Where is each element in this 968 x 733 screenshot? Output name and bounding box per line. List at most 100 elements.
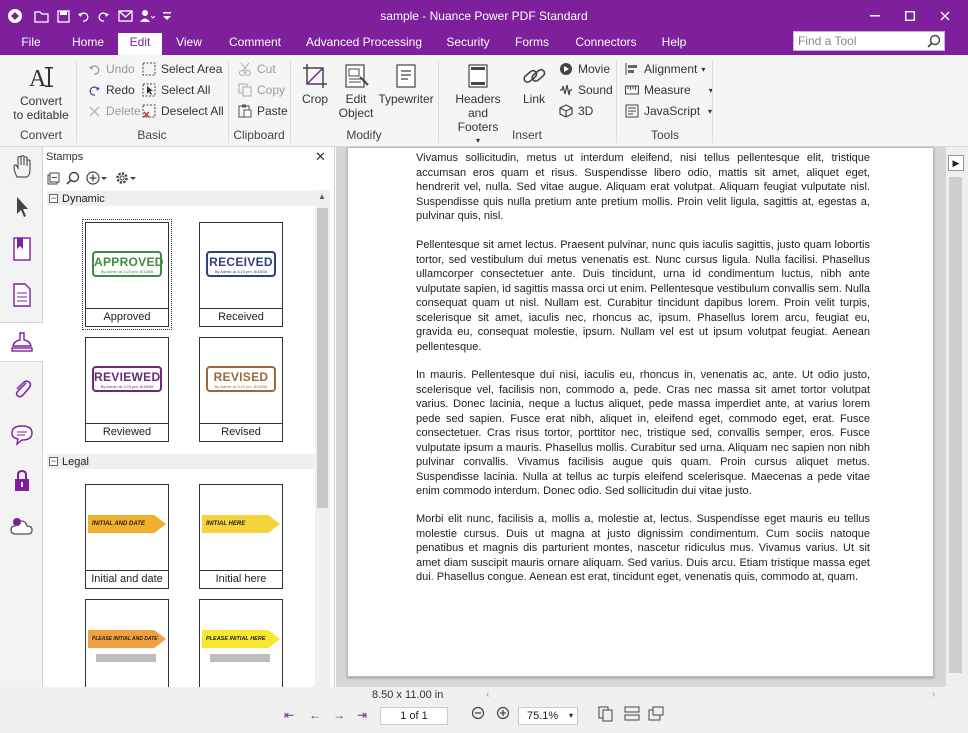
stamp-panel-icon[interactable] [0, 322, 43, 362]
copy-button[interactable]: Copy [237, 82, 285, 98]
typewriter-label: Typewriter [378, 92, 434, 106]
alignment-button[interactable]: Alignment ▾ [624, 61, 705, 77]
stamp-initial-and-date[interactable]: INITIAL AND DATE Initial and date [85, 484, 169, 589]
menu-forms[interactable]: Forms [508, 33, 556, 55]
attachment-icon[interactable] [0, 369, 43, 409]
menu-edit[interactable]: Edit [118, 33, 162, 55]
previous-page-icon[interactable]: ← [309, 708, 321, 722]
zoom-level-select[interactable]: 75.1% ▾ [518, 707, 578, 725]
bookmark-icon[interactable] [0, 229, 43, 269]
section-legal[interactable]: − Legal [47, 454, 315, 469]
menu-help[interactable]: Help [654, 33, 694, 55]
stamp-caption: Received [200, 308, 282, 326]
stamp-shadow [210, 654, 270, 662]
fit-page-icon[interactable] [648, 706, 664, 725]
stamp-subtext: By Admin at 3:23 pm, 8/18/06 [100, 384, 154, 389]
scroll-up-icon[interactable]: ▲ [318, 192, 326, 201]
menu-security[interactable]: Security [440, 33, 496, 55]
navigation-strip [0, 147, 43, 707]
typewriter-button[interactable]: Typewriter [378, 63, 434, 106]
stamp-approved[interactable]: APPROVED By Admin at 3:23 pm, 8/18/06 App… [82, 219, 172, 330]
stamps-scrollbar[interactable]: ▲ ▼ [315, 190, 330, 705]
stamp-subtext: By Admin at 3:23 pm, 8/18/06 [214, 384, 268, 389]
search-stamp-icon[interactable] [66, 171, 80, 190]
undo-icon [86, 61, 102, 77]
search-icon[interactable] [927, 34, 941, 51]
link-button[interactable]: Link [516, 63, 552, 106]
maximize-icon[interactable] [895, 5, 925, 27]
redo-button[interactable]: Redo [86, 82, 135, 98]
hand-tool-icon[interactable] [0, 147, 43, 187]
stamp-revised[interactable]: REVISED By Admin at 3:23 pm, 8/18/06 Revi… [199, 337, 283, 442]
collapse-toggle-icon[interactable]: − [49, 457, 58, 466]
convert-to-editable-button[interactable]: A Convert to editable [12, 63, 70, 122]
select-area-icon [141, 61, 157, 77]
redo-label: Redo [106, 83, 135, 97]
stamp-caption: Approved [86, 308, 168, 326]
stamp-reviewed[interactable]: REVIEWED By Admin at 3:23 pm, 8/18/06 Rev… [85, 337, 169, 442]
menu-file[interactable]: File [12, 33, 50, 55]
lock-icon[interactable] [0, 461, 43, 501]
comments-icon[interactable] [0, 415, 43, 455]
paste-button[interactable]: Paste [237, 103, 288, 119]
add-stamp-icon[interactable] [86, 171, 108, 190]
collapse-all-icon[interactable] [47, 172, 60, 190]
first-page-icon[interactable]: ⇤ [284, 708, 294, 722]
close-panel-icon[interactable]: ✕ [315, 149, 326, 165]
ribbon-separator [290, 61, 291, 143]
delete-button[interactable]: Delete [86, 103, 141, 119]
stamp-approved-image: APPROVED By Admin at 3:23 pm, 8/18/06 [92, 251, 163, 277]
stamp-text: INITIAL AND DATE [88, 515, 166, 533]
3d-button[interactable]: 3D [558, 103, 593, 119]
document-scroll-thumb[interactable] [949, 177, 962, 673]
stamps-scroll-thumb[interactable] [317, 208, 328, 508]
group-clipboard-label: Clipboard [233, 128, 285, 142]
sound-button[interactable]: Sound [558, 82, 613, 98]
continuous-view-icon[interactable] [624, 706, 640, 725]
measure-button[interactable]: Measure ▾ [624, 82, 713, 98]
stamp-received[interactable]: RECEIVED By Admin at 3:23 pm, 8/18/06 Rec… [199, 222, 283, 327]
stamp-text: PLEASE INITIAL AND DATE [88, 630, 166, 648]
javascript-button[interactable]: JavaScript ▾ [624, 103, 712, 119]
next-page-icon[interactable]: → [333, 708, 345, 722]
zoom-out-icon[interactable] [471, 706, 485, 723]
menu-home[interactable]: Home [64, 33, 112, 55]
cloud-icon[interactable] [0, 507, 43, 547]
stamp-initial-here[interactable]: INITIAL HERE Initial here [199, 484, 283, 589]
movie-button[interactable]: Movie [558, 61, 610, 77]
pages-icon[interactable] [0, 275, 43, 315]
page-number-input[interactable]: 1 of 1 [380, 707, 448, 725]
zoom-in-icon[interactable] [496, 706, 510, 723]
menu-view[interactable]: View [168, 33, 210, 55]
select-arrow-icon[interactable] [0, 187, 43, 227]
last-page-icon[interactable]: ⇥ [357, 708, 367, 722]
movie-play-icon [558, 61, 574, 77]
minimize-icon[interactable] [860, 5, 890, 27]
document-scrollbar[interactable]: ▶ [946, 147, 968, 687]
find-tool-input[interactable]: Find a Tool [793, 31, 945, 51]
section-dynamic[interactable]: − Dynamic [47, 191, 315, 206]
close-window-icon[interactable] [930, 5, 960, 27]
edit-object-button[interactable]: Edit Object [336, 63, 376, 120]
undo-button[interactable]: Undo [86, 61, 135, 77]
deselect-all-button[interactable]: Deselect All [141, 103, 224, 119]
cut-button[interactable]: Cut [237, 61, 276, 77]
stamp-settings-gear-icon[interactable] [114, 170, 136, 191]
menu-connectors[interactable]: Connectors [568, 33, 644, 55]
select-all-button[interactable]: Select All [141, 82, 210, 98]
convert-label: Convert to editable [13, 94, 69, 122]
single-page-view-icon[interactable] [598, 706, 614, 725]
menu-comment[interactable]: Comment [222, 33, 288, 55]
select-area-button[interactable]: Select Area [141, 61, 222, 77]
measure-label: Measure [644, 83, 691, 97]
stamp-shadow [96, 654, 156, 662]
menu-advanced-processing[interactable]: Advanced Processing [302, 33, 426, 55]
scroll-right-icon[interactable]: › [932, 689, 935, 700]
ribbon-separator [616, 61, 617, 143]
collapse-toggle-icon[interactable]: − [49, 194, 58, 203]
pdf-page: Vivamus sollicitudin, metus ut interdum … [347, 147, 934, 677]
crop-button[interactable]: Crop [298, 63, 332, 106]
scroll-left-icon[interactable]: ‹ [486, 689, 489, 700]
movie-label: Movie [578, 62, 611, 76]
panel-expand-icon[interactable]: ▶ [948, 155, 964, 171]
